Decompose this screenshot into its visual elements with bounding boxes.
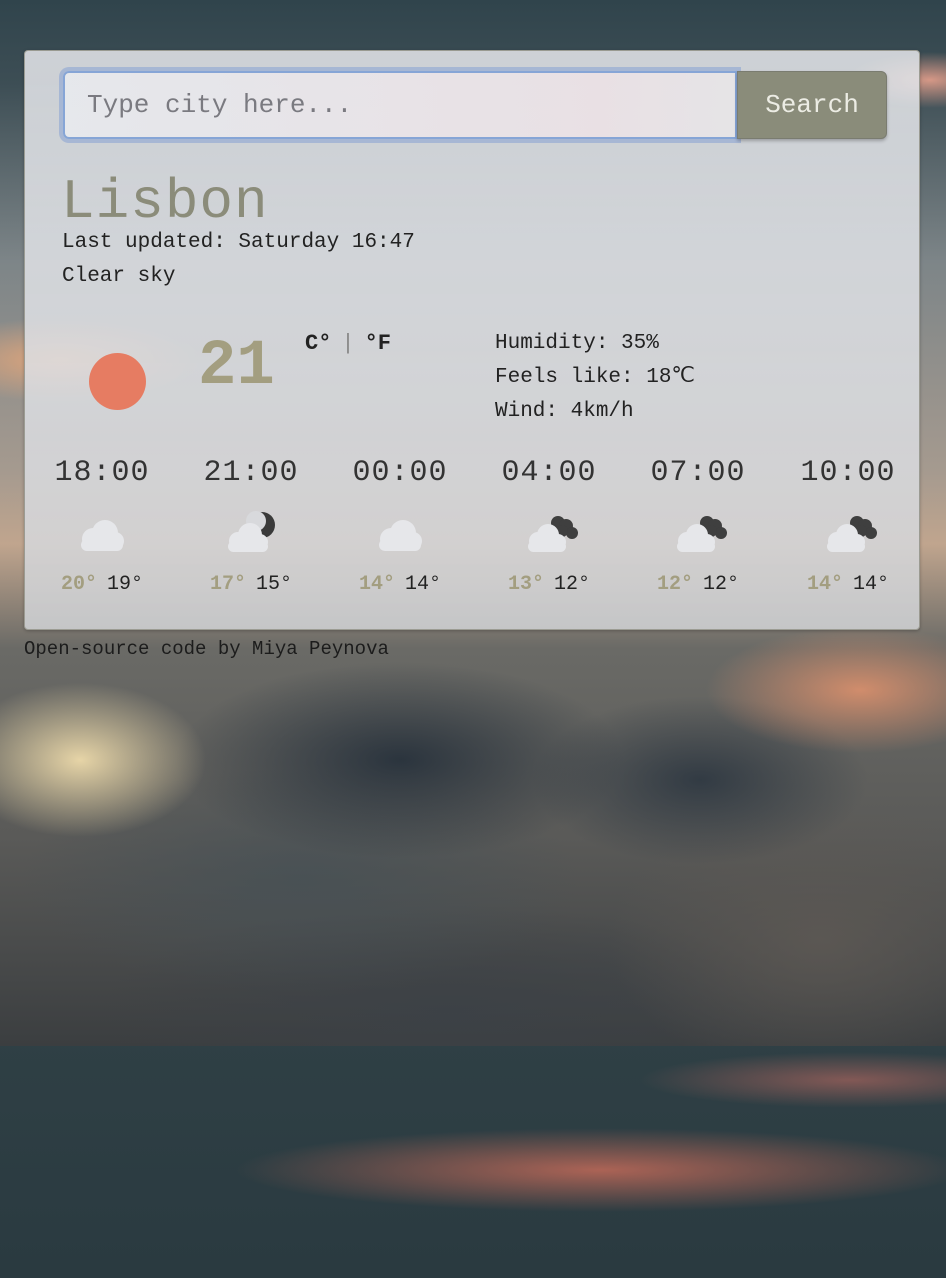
feels-like: Feels like: 18℃ [495,366,696,389]
last-updated: Last updated: Saturday 16:47 [62,231,415,254]
forecast-time: 21:00 [203,456,299,490]
search-form: Search [63,71,887,139]
broken-clouds-icon [514,509,584,555]
humidity: Humidity: 35% [495,332,659,355]
forecast-time: 00:00 [352,456,448,490]
weather-details: Humidity: 35% Feels like: 18℃ Wind: 4km/… [495,327,695,429]
forecast-item: 18:00 20° 19° [27,451,177,596]
forecast-item: 04:00 13° 12° [474,451,624,596]
forecast-max: 20° [60,573,97,596]
forecast-max: 17° [209,573,246,596]
celsius-link[interactable]: C° [305,331,331,356]
forecast-item: 07:00 12° 12° [623,451,773,596]
broken-clouds-icon [663,509,733,555]
forecast-max: 13° [507,573,544,596]
cloud-night-icon [216,509,286,555]
forecast-item: 00:00 14° 14° [325,451,475,596]
unit-separator: | [341,331,355,356]
source-code-link[interactable]: Open-source code [24,638,206,660]
cloud-icon [365,509,435,555]
search-input[interactable] [63,71,737,139]
author-credit: by Miya Peynova [206,638,389,660]
forecast-item: 21:00 17° 15° [176,451,326,596]
forecast-time: 10:00 [800,456,896,490]
forecast-temps: 12° 12° [623,573,773,596]
forecast-min: 12° [703,573,740,596]
forecast-temps: 17° 15° [176,573,326,596]
search-button[interactable]: Search [737,71,887,139]
weather-description: Clear sky [62,265,176,288]
sun-icon [89,353,146,410]
forecast-min: 14° [853,573,890,596]
weather-card: Search Lisbon Last updated: Saturday 16:… [24,50,920,630]
forecast-time: 18:00 [54,456,150,490]
forecast-max: 12° [656,573,693,596]
footer: Open-source code by Miya Peynova [24,638,389,660]
cloud-icon [67,509,137,555]
forecast-max: 14° [806,573,843,596]
forecast-min: 12° [554,573,591,596]
fahrenheit-link[interactable]: °F [365,331,391,356]
city-name: Lisbon [61,170,269,234]
forecast-item: 10:00 14° 14° [773,451,923,596]
broken-clouds-icon [813,509,883,555]
forecast: 18:00 20° 19° 21:00 17° 15° 00:00 14° 14… [25,451,921,621]
forecast-temps: 14° 14° [773,573,923,596]
forecast-temps: 14° 14° [325,573,475,596]
forecast-max: 14° [358,573,395,596]
current-temperature: 21 [198,331,275,403]
forecast-min: 14° [405,573,442,596]
forecast-temps: 13° 12° [474,573,624,596]
forecast-time: 04:00 [501,456,597,490]
forecast-time: 07:00 [650,456,746,490]
forecast-min: 19° [107,573,144,596]
wind: Wind: 4km/h [495,400,634,423]
unit-switcher: C° | °F [305,331,391,356]
forecast-temps: 20° 19° [27,573,177,596]
forecast-min: 15° [256,573,293,596]
